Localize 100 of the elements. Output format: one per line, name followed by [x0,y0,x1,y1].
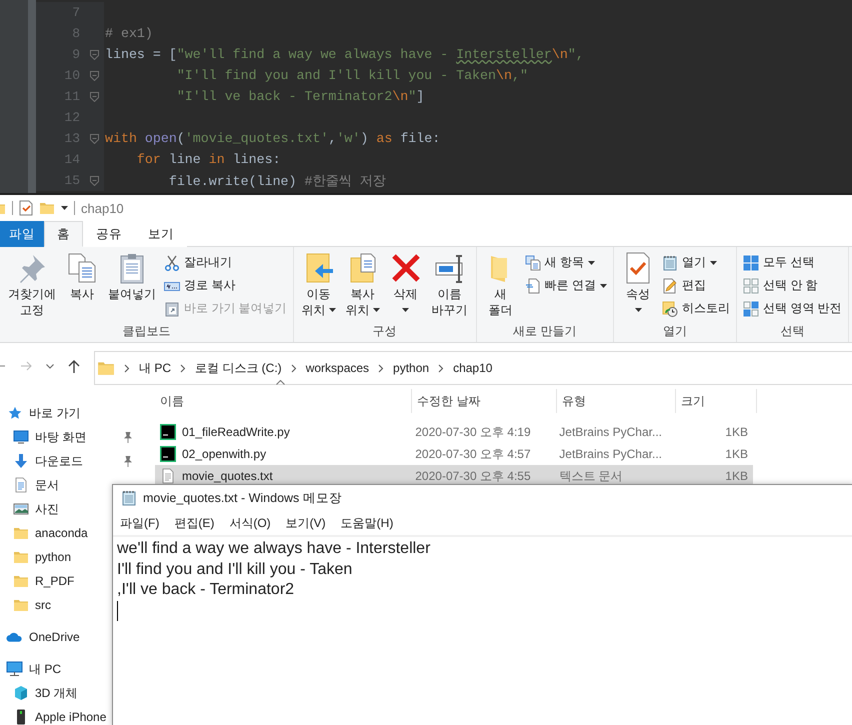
caret-icon [588,260,596,264]
sort-icon [276,380,285,385]
folder-icon [12,597,29,613]
sidebar-item[interactable]: src [35,598,51,612]
column-header[interactable]: 이름 [155,389,412,413]
forward-icon[interactable] [20,360,32,372]
ribbon-button[interactable]: 복사 위치 [342,250,384,323]
chevron-icon [378,364,384,372]
file-name: 02_openwith.py [182,447,266,461]
ribbon-button[interactable]: 모두 선택 [741,252,844,273]
column-header[interactable]: 유형 [557,389,676,413]
menu-item[interactable]: 편집(E) [174,514,214,532]
checked-page-icon[interactable] [19,200,33,216]
sidebar-item[interactable]: 3D 개체 [35,684,78,702]
notepad-icon [662,254,678,270]
sidebar-item[interactable]: Apple iPhone [35,710,106,724]
sidebar-item[interactable]: python [35,550,72,564]
address-bar[interactable]: 내 PC 로컬 디스크 (C:) workspaces python chap10 [94,351,852,385]
text-line: ,I'll ve back - Terminator2 [117,580,296,600]
fold-icon[interactable] [90,92,98,102]
grid-icon [743,254,760,270]
up-icon[interactable] [68,360,80,372]
ribbon-button[interactable]: 겨찾기에 고정 [4,250,60,323]
menu-item[interactable]: 파일(F) [120,514,160,532]
ribbon-button[interactable]: 편집 [660,275,732,296]
column-header[interactable]: 크기 [676,389,757,413]
sidebar-item[interactable]: anaconda [35,526,88,540]
text-cursor [117,600,118,620]
code-line: # ex1) [104,26,153,41]
fold-icon[interactable] [90,50,98,60]
file-row[interactable]: 01_fileReadWrite.py 2020-07-30 오후 4:19 JetBrains PyChar... 1KB [155,421,753,443]
sidebar-item[interactable]: 바로 가기 [29,404,80,422]
ribbon-button[interactable]: 빠른 연결 [522,275,610,296]
ribbon-button[interactable]: 열기 [660,252,732,273]
breadcrumb-item[interactable]: python [393,361,430,375]
sidebar-item[interactable]: 문서 [35,476,59,494]
ribbon-button[interactable]: 이름 바꾸기 [428,250,472,323]
sidebar-item[interactable]: R_PDF [35,574,74,588]
file-name: 01_fileReadWrite.py [182,425,290,439]
table-cell-text: 2020-07-30 오후 4:55 [414,468,532,484]
chevron-icon [290,364,297,372]
folder-icon[interactable] [39,200,55,216]
text-area[interactable]: we'll find a way we always have - Intersteller I'll find you and I'll kill you - Taken ,I'll ve back - Terminator2 [113,537,852,622]
fold-icon[interactable] [90,70,98,80]
sidebar-item[interactable]: 사진 [35,500,59,518]
caret-icon [634,308,642,312]
ribbon-button[interactable]: 붙여넣기 [104,250,160,323]
text-line: I'll find you and I'll kill you - Taken [117,560,354,580]
link-page-icon [524,278,541,294]
breadcrumb-item[interactable]: 내 PC [139,360,172,376]
ribbon-button[interactable]: 새 항목 [522,252,610,273]
table-cell-text: 텍스트 문서 [558,468,624,484]
ribbon-button[interactable]: 히스토리 [660,298,732,319]
computer-icon [6,661,23,677]
table-cell-text: 1KB [724,447,749,461]
menu-item[interactable]: 도움말(H) [340,514,394,532]
group-label: 새로 만들기 [512,323,578,340]
sidebar-item[interactable]: 바탕 화면 [35,428,86,446]
ribbon-tab[interactable]: 홈 [44,221,83,247]
group-label: 열기 [662,323,688,340]
dropdown-icon[interactable] [46,364,54,368]
ribbon-button[interactable]: 경로 복사 [162,275,289,296]
window-title: chap10 [81,200,124,216]
caret-icon [402,308,410,312]
folder-icon [12,573,29,589]
folder-icon [12,525,29,541]
table-cell-text: JetBrains PyChar... [558,425,663,439]
ribbon-button[interactable]: 선택 영역 반전 [741,298,844,319]
sidebar-item[interactable]: OneDrive [29,630,80,644]
file-row[interactable]: 02_openwith.py 2020-07-30 오후 4:57 JetBrains PyChar... 1KB [155,443,753,465]
ribbon-button[interactable]: 삭제 [386,250,426,323]
pin-icon [123,456,133,467]
ribbon-tab[interactable]: 파일 [0,221,44,247]
code-line: "I'll ve back - Terminator2\n"] [176,89,424,104]
ribbon-button[interactable]: 선택 안 함 [741,275,844,296]
ribbon-button[interactable]: 잘라내기 [162,252,289,273]
sidebar-item[interactable]: 내 PC [29,660,62,678]
column-header[interactable]: 수정한 날짜 [412,389,557,413]
ribbon-button[interactable]: 복사 [62,250,102,323]
caret-icon [372,308,380,312]
ribbon-button[interactable]: 이동 위치 [298,250,340,323]
pycharm-icon [160,446,176,462]
pin-icon [123,432,133,443]
breadcrumb-item[interactable]: workspaces [306,361,370,375]
breadcrumb-item[interactable]: chap10 [453,361,492,375]
menu-item[interactable]: 보기(V) [286,514,326,532]
ribbon-button[interactable]: 새 폴더 [480,250,521,323]
pencil-page-icon [662,278,678,294]
download-icon [12,453,29,469]
scissors-icon [164,254,180,270]
menu-item[interactable]: 서식(O) [229,514,271,532]
desktop-icon [12,429,29,445]
fold-icon[interactable] [90,134,98,144]
cube-icon [12,685,29,701]
dropdown-icon[interactable] [61,206,68,210]
sidebar-item[interactable]: 다운로드 [35,452,83,470]
file-name: movie_quotes.txt [182,469,273,483]
ribbon-button[interactable]: 속성 [618,250,658,323]
fold-icon[interactable] [90,176,98,186]
breadcrumb-item[interactable]: 로컬 디스크 (C:) [195,360,282,376]
